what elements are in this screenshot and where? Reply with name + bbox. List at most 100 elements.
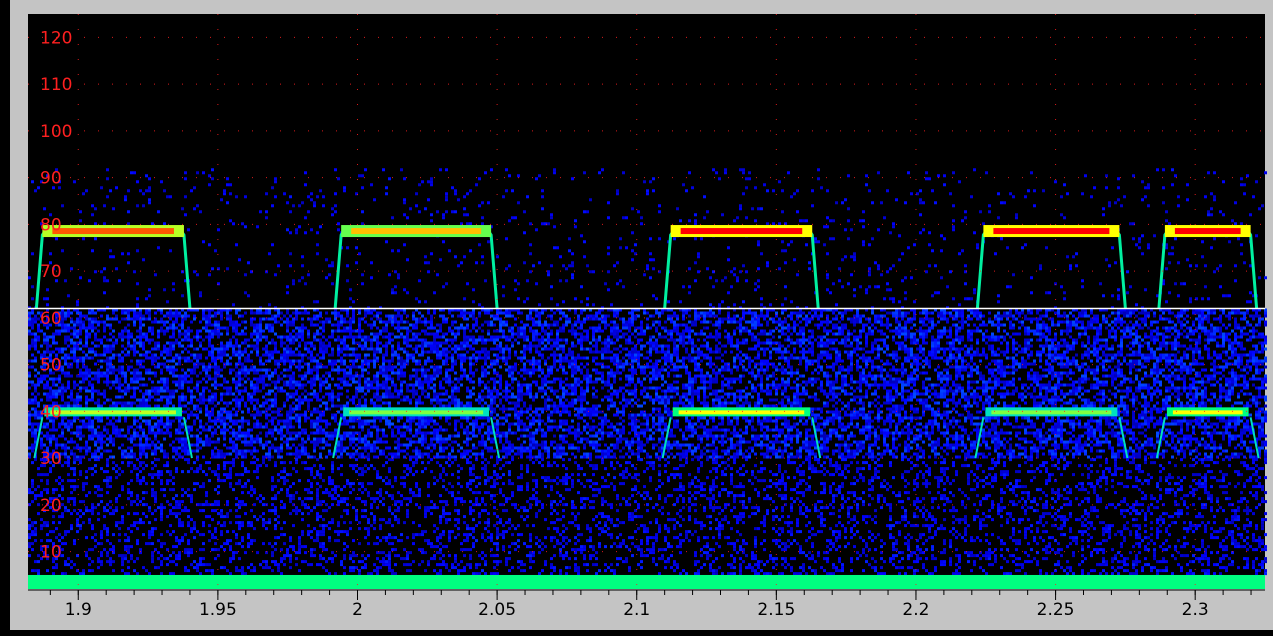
noise-cell [178,342,181,345]
noise-cell [532,336,535,339]
noise-cell [676,318,679,321]
noise-cell [1201,315,1204,318]
noise-cell [1066,333,1069,336]
noise-cell [574,312,577,315]
noise-cell [235,321,238,324]
noise-cell [1174,315,1177,318]
noise-cell [859,336,862,339]
noise-cell [232,324,235,327]
noise-cell [1045,339,1048,342]
noise-cell [553,324,556,327]
noise-cell [1204,327,1207,330]
noise-cell [88,318,91,321]
noise-cell [229,315,232,318]
noise-cell [187,339,190,342]
noise-cell [565,321,568,324]
noise-cell [1099,339,1102,342]
noise-cell [139,336,142,339]
noise-cell [1081,342,1084,345]
noise-cell [382,327,385,330]
noise-cell [727,342,730,345]
noise-cell [1192,312,1195,315]
noise-cell [910,342,913,345]
noise-cell [1261,336,1264,339]
noise-cell [886,318,889,321]
noise-cell [142,315,145,318]
noise-cell [205,321,208,324]
noise-cell [163,345,166,348]
noise-cell [1045,327,1048,330]
noise-cell [1129,327,1132,330]
noise-cell [970,330,973,333]
noise-cell [466,345,469,348]
noise-cell [361,318,364,321]
noise-cell [625,324,628,327]
noise-cell [1156,333,1159,336]
noise-cell [139,312,142,315]
noise-cell [811,345,814,348]
noise-cell [274,333,277,336]
noise-cell [949,342,952,345]
noise-cell [73,333,76,336]
noise-cell [166,330,169,333]
noise-cell [511,345,514,348]
noise-cell [475,342,478,345]
noise-cell [511,327,514,330]
noise-cell [640,339,643,342]
noise-cell [148,339,151,342]
noise-cell [412,324,415,327]
noise-cell [1123,321,1126,324]
noise-cell [1006,312,1009,315]
noise-cell [388,318,391,321]
noise-cell [793,330,796,333]
noise-cell [1153,330,1156,333]
noise-cell [358,342,361,345]
noise-cell [1183,336,1186,339]
noise-cell [358,321,361,324]
noise-cell [208,342,211,345]
noise-cell [586,315,589,318]
noise-cell [67,324,70,327]
noise-cell [865,336,868,339]
noise-cell [937,336,940,339]
noise-cell [859,321,862,324]
noise-cell [580,342,583,345]
noise-cell [1015,342,1018,345]
noise-cell [976,330,979,333]
noise-cell [1102,321,1105,324]
noise-cell [736,345,739,348]
noise-cell [772,318,775,321]
noise-cell [592,327,595,330]
noise-cell [127,336,130,339]
noise-cell [538,312,541,315]
noise-cell [499,324,502,327]
noise-cell [28,315,31,318]
noise-cell [517,342,520,345]
noise-cell [1219,318,1222,321]
noise-cell [418,339,421,342]
noise-cell [1039,339,1042,342]
noise-cell [169,315,172,318]
noise-cell [796,315,799,318]
noise-cell [589,342,592,345]
spectrogram-chart[interactable]: 102030405060708090100110120 1.9 1.95 2 2.05… [0,0,1273,636]
noise-cell [517,336,520,339]
noise-cell [82,345,85,348]
noise-cell [745,342,748,345]
noise-cell [601,321,604,324]
noise-cell [1024,327,1027,330]
noise-cell [1153,312,1156,315]
noise-cell [772,336,775,339]
noise-cell [610,342,613,345]
noise-cell [313,345,316,348]
noise-cell [925,342,928,345]
noise-cell [580,336,583,339]
noise-cell [301,330,304,333]
noise-cell [106,324,109,327]
noise-cell [1207,336,1210,339]
noise-cell [958,327,961,330]
noise-cell [1105,321,1108,324]
noise-cell [1096,342,1099,345]
noise-cell [610,321,613,324]
noise-cell [403,312,406,315]
